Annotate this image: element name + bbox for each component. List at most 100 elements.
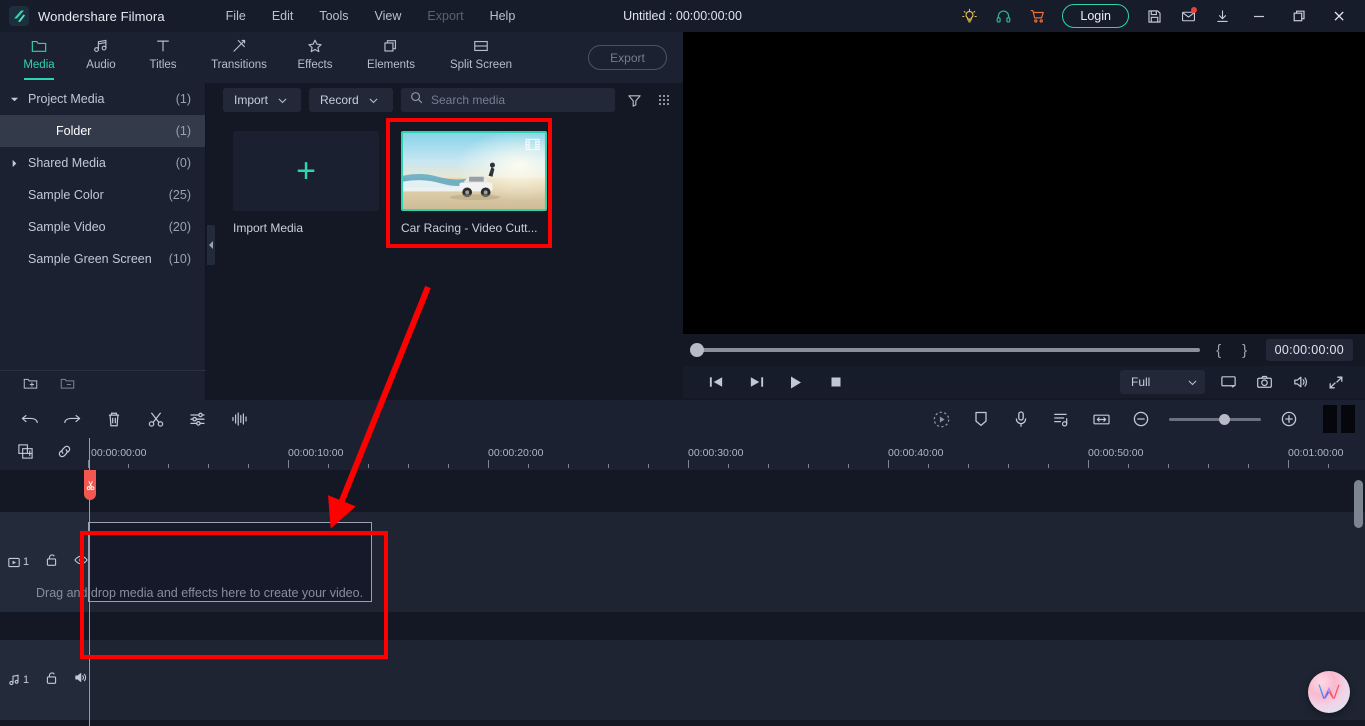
timeline-ruler[interactable]: 00:00:00:00 00:00:10:00 00:00:20:00 00:0…: [88, 438, 1365, 470]
import-dropdown[interactable]: Import: [223, 88, 301, 112]
grid-view-icon[interactable]: [653, 88, 675, 112]
tab-split-screen[interactable]: Split Screen: [436, 32, 526, 83]
zoom-in-icon[interactable]: [1277, 406, 1301, 432]
zoom-out-icon[interactable]: [1129, 406, 1153, 432]
video-clip-tile[interactable]: Car Racing - Video Cutt...: [401, 131, 547, 235]
marker-icon[interactable]: [969, 406, 993, 432]
login-button[interactable]: Login: [1062, 4, 1129, 28]
ruler-label: 00:00:30:00: [688, 447, 744, 459]
search-input[interactable]: [431, 93, 606, 107]
brand-name: Wondershare Filmora: [38, 8, 165, 24]
voiceover-mic-icon[interactable]: [1009, 406, 1033, 432]
save-project-icon[interactable]: [1137, 0, 1171, 32]
new-folder-icon[interactable]: [22, 376, 39, 396]
scrub-handle[interactable]: [690, 343, 704, 357]
support-headphones-icon[interactable]: [986, 0, 1020, 32]
audio-track-number: 1: [8, 674, 29, 686]
record-label: Record: [320, 93, 359, 107]
shopping-cart-icon[interactable]: [1020, 0, 1054, 32]
preview-scrub-bar: { } 00:00:00:00: [683, 334, 1365, 366]
audio-track-mute-icon[interactable]: [74, 671, 88, 689]
delete-folder-icon[interactable]: [59, 376, 76, 396]
adjust-sliders-icon[interactable]: [186, 406, 210, 432]
audio-track-content[interactable]: [88, 640, 1365, 720]
link-toggle-icon[interactable]: [56, 443, 73, 465]
tab-media[interactable]: Media: [8, 32, 70, 83]
render-preview-icon[interactable]: [929, 406, 953, 432]
redo-icon[interactable]: [60, 406, 84, 432]
minimize-icon[interactable]: [1239, 0, 1279, 32]
audio-track-1[interactable]: 1: [0, 640, 1365, 720]
import-media-thumb[interactable]: +: [233, 131, 379, 211]
preview-monitor[interactable]: [683, 32, 1365, 334]
audio-track-lock-icon[interactable]: [45, 671, 58, 690]
timeline-zoom-slider[interactable]: [1169, 413, 1261, 425]
video-track-visibility-icon[interactable]: [74, 553, 88, 571]
search-media-box[interactable]: [401, 88, 615, 112]
sidebar-item-label: Folder: [56, 124, 92, 138]
timeline-vertical-scrollbar[interactable]: [1354, 480, 1363, 528]
close-icon[interactable]: [1319, 0, 1359, 32]
download-icon[interactable]: [1205, 0, 1239, 32]
playhead-handle[interactable]: [84, 470, 96, 500]
video-clip-thumb[interactable]: [401, 131, 547, 211]
fit-timeline-icon[interactable]: [1089, 406, 1113, 432]
import-media-tile[interactable]: + Import Media: [233, 131, 379, 235]
volume-icon[interactable]: [1287, 367, 1313, 397]
sidebar-item-folder[interactable]: Folder (1): [0, 115, 205, 147]
title-bar: Wondershare Filmora File Edit Tools View…: [0, 0, 1365, 32]
play-icon[interactable]: [783, 367, 809, 397]
mark-out-button[interactable]: }: [1232, 342, 1258, 359]
ruler-label: 00:00:20:00: [488, 447, 544, 459]
tab-titles[interactable]: Titles: [132, 32, 194, 83]
media-tile-caption: Import Media: [233, 221, 304, 235]
tab-transitions[interactable]: Transitions: [194, 32, 284, 83]
stop-icon[interactable]: [823, 367, 849, 397]
menu-view[interactable]: View: [362, 5, 415, 27]
sidebar-item-sample-video[interactable]: Sample Video (20): [0, 211, 205, 243]
scrub-slider[interactable]: [690, 343, 1200, 357]
menu-edit[interactable]: Edit: [259, 5, 307, 27]
tab-audio[interactable]: Audio: [70, 32, 132, 83]
media-tile-caption: Car Racing - Video Cutt...: [401, 221, 538, 235]
export-button[interactable]: Export: [588, 45, 667, 70]
track-index: 1: [23, 556, 30, 568]
menu-file[interactable]: File: [213, 5, 259, 27]
tab-effects[interactable]: Effects: [284, 32, 346, 83]
inbox-mail-icon[interactable]: [1171, 0, 1205, 32]
split-scissors-icon[interactable]: [144, 406, 168, 432]
playback-quality-dropdown[interactable]: Full: [1120, 370, 1205, 394]
sidebar-item-shared-media[interactable]: Shared Media (0): [0, 147, 205, 179]
sidebar-item-sample-green-screen[interactable]: Sample Green Screen (10): [0, 243, 205, 275]
sidebar-item-project-media[interactable]: Project Media (1): [0, 83, 205, 115]
menu-help[interactable]: Help: [477, 5, 529, 27]
restore-icon[interactable]: [1279, 0, 1319, 32]
sidebar-item-sample-color[interactable]: Sample Color (25): [0, 179, 205, 211]
delete-icon[interactable]: [102, 406, 126, 432]
sidebar-item-label: Sample Video: [28, 220, 106, 234]
tab-label: Audio: [86, 59, 116, 71]
filter-funnel-icon[interactable]: [623, 88, 645, 112]
fullscreen-icon[interactable]: [1323, 367, 1349, 397]
mail-unread-dot: [1191, 7, 1197, 13]
tips-lightbulb-icon[interactable]: [952, 0, 986, 32]
filmora-assistant-w-logo[interactable]: [1308, 671, 1350, 713]
sidebar-collapse-handle[interactable]: [207, 225, 215, 265]
sidebar-footer: [0, 370, 206, 400]
audio-waveform-icon[interactable]: [228, 406, 252, 432]
previous-frame-icon[interactable]: [703, 367, 729, 397]
menu-tools[interactable]: Tools: [306, 5, 361, 27]
audio-mixer-icon[interactable]: [1049, 406, 1073, 432]
add-track-icon[interactable]: [17, 443, 34, 465]
record-dropdown[interactable]: Record: [309, 88, 393, 112]
undo-icon[interactable]: [18, 406, 42, 432]
camera-icon[interactable]: [1251, 367, 1277, 397]
tab-elements[interactable]: Elements: [346, 32, 436, 83]
chevron-down-icon: [0, 95, 28, 104]
next-frame-icon[interactable]: [743, 367, 769, 397]
mark-in-button[interactable]: {: [1206, 342, 1232, 359]
video-track-lock-icon[interactable]: [45, 553, 58, 572]
ruler-label: 00:00:00:00: [91, 447, 147, 459]
timeline-zoom-handle[interactable]: [1219, 413, 1230, 425]
snapshot-screen-icon[interactable]: [1215, 367, 1241, 397]
